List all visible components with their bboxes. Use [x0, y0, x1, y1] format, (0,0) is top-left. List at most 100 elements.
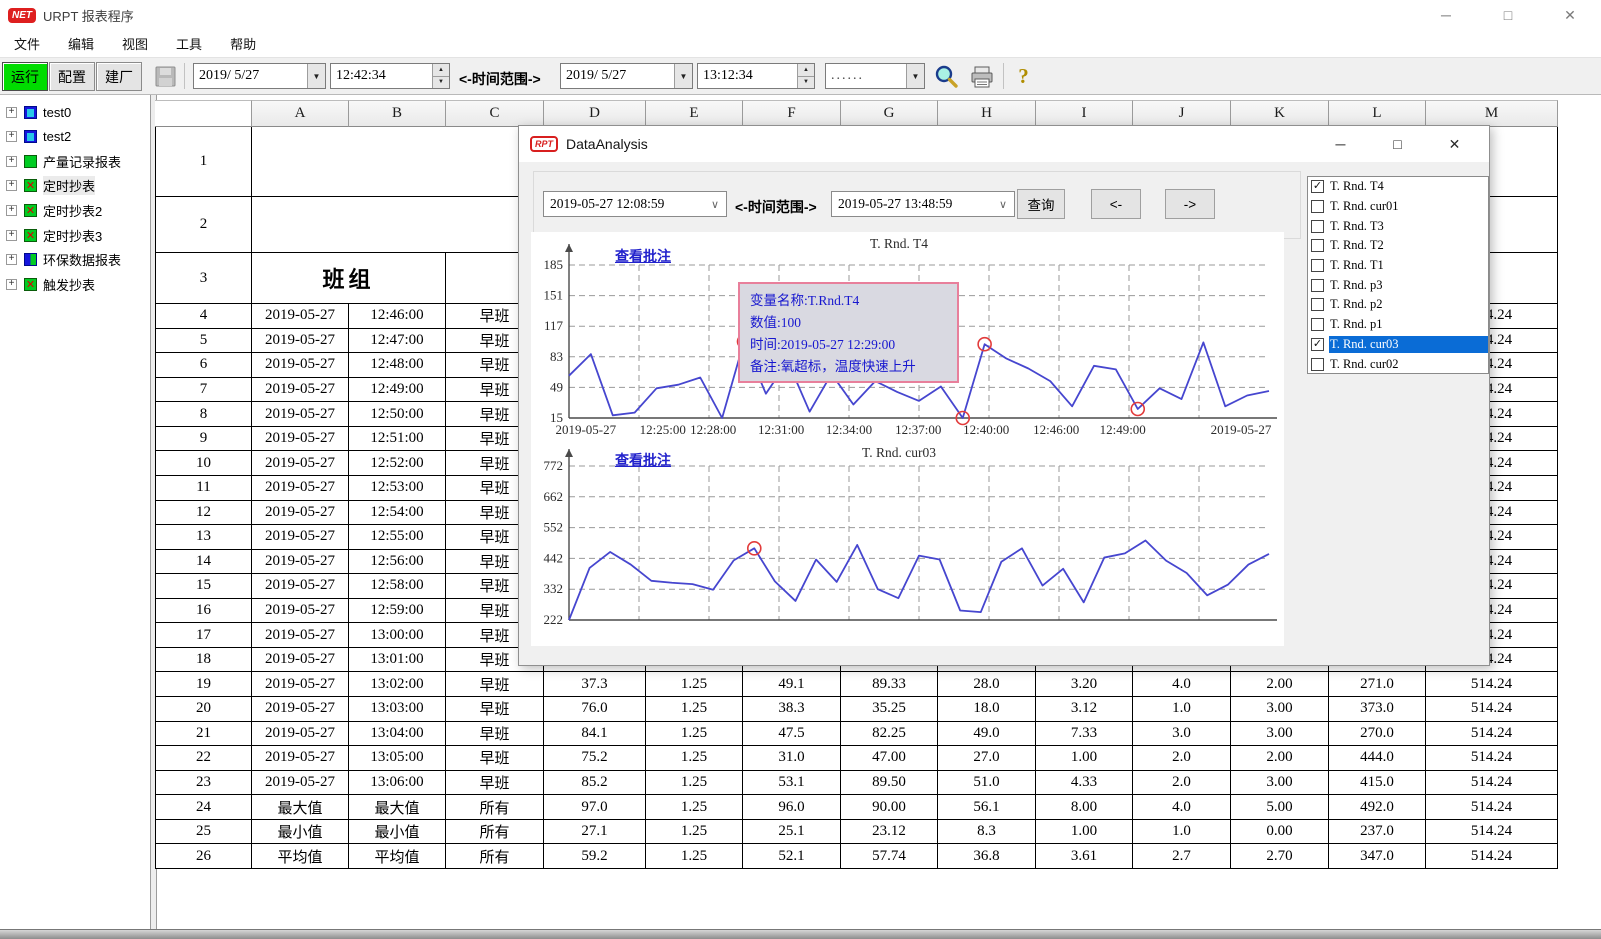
row-header[interactable]: 13 — [155, 525, 252, 550]
grid-corner[interactable] — [155, 100, 252, 127]
cell[interactable]: 3.00 — [1231, 697, 1329, 722]
cell[interactable]: 所有 — [446, 795, 544, 820]
cell[interactable]: 2.0 — [1133, 771, 1231, 796]
cell[interactable]: 76.0 — [544, 697, 646, 722]
checkbox-checked-icon[interactable]: ✓ — [1311, 338, 1324, 351]
cell[interactable]: 56.1 — [938, 795, 1036, 820]
cell[interactable]: 270.0 — [1329, 722, 1426, 747]
row-header[interactable]: 4 — [155, 304, 252, 329]
close-icon[interactable]: ✕ — [1539, 0, 1601, 30]
spin-up-icon[interactable]: ▲ — [433, 64, 449, 77]
cell[interactable]: 3.61 — [1036, 844, 1133, 869]
view-annotations-link-1[interactable]: 查看批注 — [615, 246, 671, 266]
cell[interactable]: 3.12 — [1036, 697, 1133, 722]
row-header[interactable]: 24 — [155, 795, 252, 820]
cell[interactable]: 7.33 — [1036, 722, 1133, 747]
cell[interactable]: 12:59:00 — [349, 599, 446, 624]
config-button[interactable]: 配置 — [49, 62, 95, 91]
cell[interactable]: 12:49:00 — [349, 378, 446, 403]
row-header[interactable]: 10 — [155, 451, 252, 476]
chevron-down-icon[interactable]: ▼ — [674, 64, 692, 88]
cell[interactable]: 2019-05-27 — [252, 402, 349, 427]
cell[interactable]: 班组 — [252, 253, 446, 304]
cell[interactable]: 13:05:00 — [349, 746, 446, 771]
cell[interactable]: 2019-05-27 — [252, 746, 349, 771]
cell[interactable]: 1.25 — [646, 746, 743, 771]
variable-item-8[interactable]: ✓T. Rnd. cur03 — [1308, 335, 1488, 355]
chevron-down-icon[interactable]: ∨ — [704, 198, 726, 211]
sidebar-item-5[interactable]: +✕定时抄表3 — [0, 223, 102, 247]
cell[interactable]: 514.24 — [1426, 697, 1558, 722]
cell[interactable]: 1.25 — [646, 771, 743, 796]
cell[interactable]: 3.20 — [1036, 672, 1133, 697]
cell[interactable]: 51.0 — [938, 771, 1036, 796]
row-header[interactable]: 19 — [155, 672, 252, 697]
cell[interactable]: 12:48:00 — [349, 353, 446, 378]
expand-icon[interactable]: + — [6, 180, 17, 191]
cell[interactable]: 18.0 — [938, 697, 1036, 722]
cell[interactable]: 514.24 — [1426, 771, 1558, 796]
cell[interactable]: 36.8 — [938, 844, 1036, 869]
row-header[interactable]: 16 — [155, 599, 252, 624]
cell[interactable]: 最小值 — [252, 820, 349, 845]
chevron-down-icon[interactable]: ▼ — [307, 64, 325, 88]
row-header[interactable]: 7 — [155, 378, 252, 403]
cell[interactable]: 2019-05-27 — [252, 550, 349, 575]
variable-item-6[interactable]: T. Rnd. p2 — [1308, 295, 1488, 315]
cell[interactable]: 237.0 — [1329, 820, 1426, 845]
checkbox-icon[interactable] — [1311, 358, 1324, 371]
cell[interactable]: 最大值 — [252, 795, 349, 820]
cell[interactable]: 12:47:00 — [349, 329, 446, 354]
cell[interactable]: 最小值 — [349, 820, 446, 845]
cell[interactable]: 2019-05-27 — [252, 427, 349, 452]
variable-item-3[interactable]: T. Rnd. T2 — [1308, 236, 1488, 256]
cell[interactable]: 3.00 — [1231, 722, 1329, 747]
cell[interactable]: 8.00 — [1036, 795, 1133, 820]
dialog-close-icon[interactable]: ✕ — [1426, 126, 1483, 162]
dialog-maximize-icon[interactable]: □ — [1369, 126, 1426, 162]
row-header[interactable]: 11 — [155, 476, 252, 501]
cell[interactable]: 13:04:00 — [349, 722, 446, 747]
column-header-L[interactable]: L — [1329, 100, 1426, 127]
save-icon[interactable] — [152, 63, 179, 90]
cell[interactable]: 2019-05-27 — [252, 378, 349, 403]
cell[interactable]: 所有 — [446, 844, 544, 869]
cell[interactable]: 4.0 — [1133, 672, 1231, 697]
cell[interactable]: 13:00:00 — [349, 623, 446, 648]
cell[interactable]: 3.0 — [1133, 722, 1231, 747]
cell[interactable]: 31.0 — [743, 746, 841, 771]
cell[interactable]: 2019-05-27 — [252, 329, 349, 354]
row-header[interactable]: 17 — [155, 623, 252, 648]
row-header[interactable]: 6 — [155, 353, 252, 378]
cell[interactable]: 2019-05-27 — [252, 623, 349, 648]
expand-icon[interactable]: + — [6, 107, 17, 118]
column-header-H[interactable]: H — [938, 100, 1036, 127]
checkbox-icon[interactable] — [1311, 279, 1324, 292]
cell[interactable]: 12:58:00 — [349, 574, 446, 599]
cell[interactable]: 49.0 — [938, 722, 1036, 747]
cell[interactable]: 13:03:00 — [349, 697, 446, 722]
cell[interactable]: 2.70 — [1231, 844, 1329, 869]
cell[interactable]: 1.25 — [646, 844, 743, 869]
cell[interactable]: 早班 — [446, 672, 544, 697]
variable-item-9[interactable]: T. Rnd. cur02 — [1308, 354, 1488, 374]
cell[interactable]: 444.0 — [1329, 746, 1426, 771]
cell[interactable]: 12:55:00 — [349, 525, 446, 550]
build-button[interactable]: 建厂 — [96, 62, 142, 91]
cell[interactable]: 12:54:00 — [349, 501, 446, 526]
cell[interactable]: 12:53:00 — [349, 476, 446, 501]
row-header[interactable]: 2 — [155, 197, 252, 253]
cell[interactable]: 2019-05-27 — [252, 304, 349, 329]
row-header[interactable]: 26 — [155, 844, 252, 869]
view-annotations-link-2[interactable]: 查看批注 — [615, 450, 671, 470]
checkbox-icon[interactable] — [1311, 239, 1324, 252]
cell[interactable]: 12:52:00 — [349, 451, 446, 476]
cell[interactable]: 59.2 — [544, 844, 646, 869]
row-header[interactable]: 23 — [155, 771, 252, 796]
cell[interactable]: 2.00 — [1231, 672, 1329, 697]
cell[interactable]: 4.33 — [1036, 771, 1133, 796]
cell[interactable]: 89.50 — [841, 771, 938, 796]
query-button[interactable]: 查询 — [1017, 189, 1065, 219]
cell[interactable]: 2.00 — [1231, 746, 1329, 771]
maximize-icon[interactable]: □ — [1477, 0, 1539, 30]
